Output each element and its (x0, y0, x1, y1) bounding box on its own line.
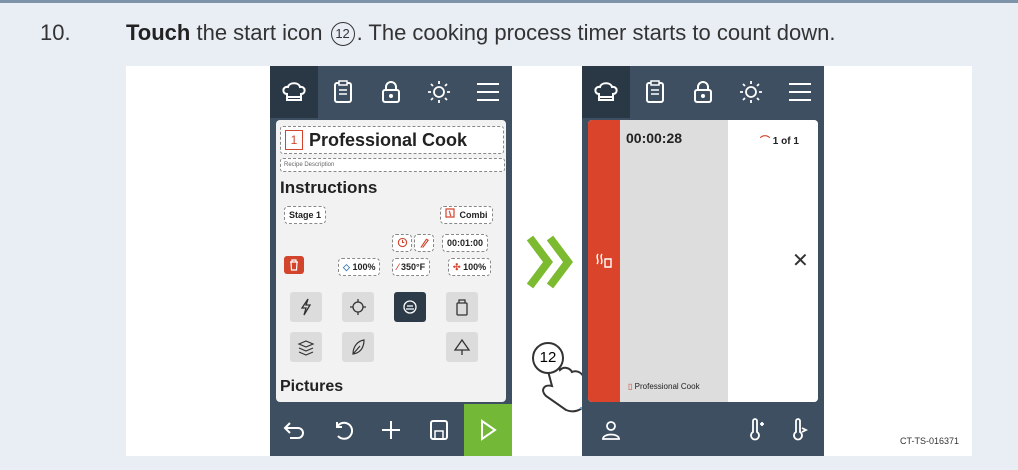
running-recipe-name: Professional Cook (634, 382, 700, 391)
stage-count: ⌒ 1 of 1 (760, 132, 799, 147)
figure: 1 Professional Cook Recipe Description I… (126, 66, 972, 456)
probe-icon[interactable] (414, 234, 434, 252)
layers-icon[interactable] (290, 332, 322, 362)
undo-icon[interactable] (318, 404, 366, 456)
step-bold-verb: Touch (126, 20, 191, 45)
device-screen-edit: 1 Professional Cook Recipe Description I… (270, 66, 600, 456)
stage-count-value: 1 of 1 (772, 136, 799, 147)
chef-profile-icon[interactable] (582, 404, 683, 456)
stage-chip[interactable]: Stage 1 (284, 206, 327, 224)
stage-loop-icon: ⌒ (760, 136, 770, 147)
bottom-toolbar (270, 404, 513, 456)
recipe-icon: ▯ (628, 382, 633, 391)
clock-icon[interactable] (392, 234, 412, 252)
leaf-icon[interactable] (342, 332, 374, 362)
chef-mode-icon[interactable] (394, 292, 426, 322)
start-play-button[interactable] (463, 404, 513, 456)
droplet-icon: ◇ (343, 262, 350, 272)
recipe-book-icon[interactable] (318, 66, 366, 118)
close-icon[interactable]: ✕ (792, 248, 809, 273)
combi-icon (445, 208, 455, 218)
steam-mode-icon[interactable] (342, 292, 374, 322)
play-icon (480, 419, 497, 441)
mode-chip[interactable]: Combi (440, 206, 493, 224)
chef-hat-icon[interactable] (582, 66, 631, 118)
menu-icon[interactable] (776, 66, 824, 118)
bottom-toolbar (582, 404, 824, 456)
back-icon[interactable] (270, 404, 318, 456)
top-nav (270, 66, 512, 118)
instructions-heading: Instructions (280, 178, 378, 197)
recipe-editor: 1 Professional Cook Recipe Description I… (276, 120, 506, 402)
top-nav (582, 66, 824, 118)
step-number: 10. (40, 20, 71, 45)
step-instruction: Touch the start icon 12. The cooking pro… (126, 20, 836, 46)
time-chip[interactable]: 00:01:00 (442, 234, 489, 252)
top-rule (0, 0, 1018, 3)
core-temperature-icon[interactable] (774, 404, 824, 456)
step-text-before: the start icon (196, 20, 323, 45)
menu-icon[interactable] (464, 66, 512, 118)
temperature-chip[interactable]: ⁄ 350°F (392, 258, 431, 276)
device-screen-running: 00:00:28 ⌒ 1 of 1 ✕ ▯ Professional Cook (582, 66, 824, 456)
humidity-value: 100% (352, 262, 376, 272)
probe-temperature-icon[interactable] (683, 404, 774, 456)
figure-code: CT-TS-016371 (900, 436, 960, 446)
fan-icon: ✣ (453, 262, 461, 272)
chef-hat-icon[interactable] (270, 66, 319, 118)
mode-label: Combi (459, 210, 488, 220)
cooking-progress: 00:00:28 ⌒ 1 of 1 ✕ ▯ Professional Cook (588, 120, 818, 402)
steam-icon (596, 253, 612, 268)
add-icon[interactable] (367, 404, 415, 456)
start-icon-callout: 12 (330, 22, 355, 46)
lock-icon[interactable] (679, 66, 727, 118)
fan-value: 100% (463, 262, 487, 272)
start-icon-callout-badge: 12 (532, 342, 564, 374)
thermometer-icon: ⁄ (397, 262, 399, 272)
tree-icon[interactable] (446, 332, 478, 362)
recipe-title: Professional Cook (309, 129, 468, 150)
cooking-status-bar (588, 120, 620, 402)
recipe-number-badge: 1 (285, 130, 303, 150)
pictures-heading: Pictures (280, 378, 344, 395)
timer-panel (620, 120, 728, 402)
recipe-description-field[interactable]: Recipe Description (280, 158, 505, 172)
temperature-value: 350°F (401, 262, 426, 272)
humidity-chip[interactable]: ◇ 100% (338, 258, 381, 276)
recipe-title-field[interactable]: 1 Professional Cook (280, 126, 504, 154)
beverage-icon[interactable] (446, 292, 478, 322)
brightness-icon[interactable] (727, 66, 775, 118)
save-icon[interactable] (415, 404, 463, 456)
fan-chip[interactable]: ✣ 100% (448, 258, 492, 276)
next-arrow-icon (526, 235, 573, 289)
trash-icon[interactable] (284, 256, 304, 274)
step-text-after: . The cooking process timer starts to co… (356, 20, 836, 45)
lock-icon[interactable] (367, 66, 415, 118)
running-recipe-label: ▯ Professional Cook (628, 382, 700, 391)
brightness-icon[interactable] (415, 66, 463, 118)
recipe-book-icon[interactable] (630, 66, 678, 118)
bolt-icon[interactable] (290, 292, 322, 322)
countdown-timer: 00:00:28 (626, 130, 683, 146)
